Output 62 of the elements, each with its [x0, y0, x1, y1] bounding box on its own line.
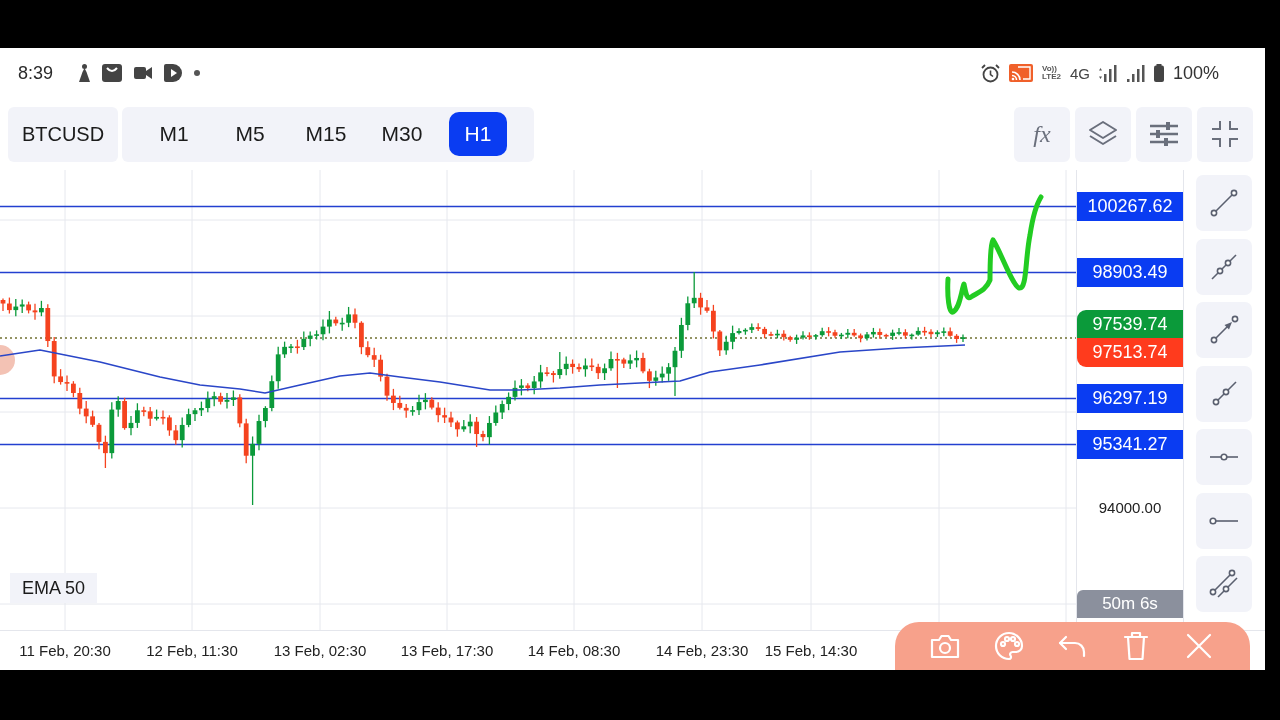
drawing-tool-button[interactable] — [1196, 302, 1252, 358]
indicator-button[interactable]: fx — [1014, 106, 1070, 162]
cast-icon — [1008, 64, 1033, 82]
color-button[interactable] — [993, 631, 1024, 661]
time-axis-label: 14 Feb, 23:30 — [655, 642, 749, 659]
price-axis-label: 94000.00 — [1097, 498, 1163, 518]
close-button[interactable] — [1184, 631, 1214, 661]
drawing-tool-button[interactable] — [1196, 175, 1252, 231]
collapse-button[interactable] — [1197, 106, 1253, 162]
time-axis-label: 13 Feb, 02:30 — [273, 642, 367, 659]
bid-price-label: 97513.74 — [1077, 338, 1183, 367]
network-type: 4G — [1069, 64, 1090, 82]
ask-price-label: 97539.74 — [1077, 310, 1183, 338]
symbol-button[interactable]: BTCUSD — [8, 106, 118, 162]
arrow-line-icon — [1208, 314, 1240, 346]
dot-icon — [194, 70, 201, 76]
battery-icon — [1153, 64, 1164, 82]
time-axis-label: 13 Feb, 17:30 — [400, 642, 494, 659]
time-axis-label: 12 Feb, 11:30 — [146, 642, 238, 659]
clock-time: 8:39 — [18, 62, 54, 84]
horizontal-line-icon — [1209, 453, 1239, 461]
camera-icon — [930, 633, 960, 659]
close-icon — [1186, 633, 1212, 659]
horizontal-ray-icon — [1209, 516, 1239, 525]
palette-icon — [993, 631, 1024, 661]
candle-countdown-label: 50m 6s — [1077, 590, 1183, 618]
battery-percent: 100% — [1172, 62, 1219, 84]
layers-icon — [1089, 121, 1117, 147]
sliders-icon — [1150, 122, 1178, 146]
signal-with-data-arrows-icon — [1098, 64, 1118, 82]
time-axis-label: 15 Feb, 14:30 — [764, 642, 858, 659]
lte-label: LTE2 — [1041, 73, 1061, 81]
diagonal-line-icon — [1208, 187, 1240, 219]
timeframe-tab[interactable]: M15 — [297, 112, 355, 156]
drawing-tool-button[interactable] — [1196, 429, 1252, 485]
time-axis-label: 14 Feb, 08:30 — [527, 642, 621, 659]
play-icon — [164, 64, 183, 82]
timeframe-tab[interactable]: M1 — [145, 112, 203, 156]
drawing-tool-button[interactable] — [1196, 556, 1252, 612]
trash-icon — [1122, 631, 1149, 661]
drawing-tool-button[interactable] — [1196, 492, 1252, 549]
bag-icon — [102, 64, 123, 82]
drawing-tool-button[interactable] — [1196, 365, 1252, 422]
video-camera-icon — [134, 67, 153, 79]
time-axis-label: 11 Feb, 20:30 — [19, 642, 111, 659]
signal-icon — [1126, 64, 1145, 82]
price-line-label: 95341.27 — [1077, 430, 1183, 459]
timeframe-tab[interactable]: H1 — [449, 112, 507, 156]
figure-icon — [79, 64, 91, 82]
timeframe-tab[interactable]: M5 — [221, 112, 279, 156]
timeframe-tab[interactable]: M30 — [373, 112, 431, 156]
price-line-label: 96297.19 — [1077, 384, 1183, 413]
volte-label: Vo)) — [1041, 65, 1057, 73]
collapse-icon — [1212, 121, 1238, 147]
price-line-label: 100267.62 — [1077, 192, 1183, 221]
alarm-clock-icon — [980, 63, 1000, 83]
drawing-tool-button[interactable] — [1196, 238, 1252, 295]
layers-button[interactable] — [1075, 106, 1131, 162]
settings-button[interactable] — [1136, 106, 1192, 162]
price-line-label: 98903.49 — [1077, 258, 1183, 287]
parallel-lines-icon — [1208, 568, 1240, 600]
undo-icon — [1057, 634, 1087, 658]
